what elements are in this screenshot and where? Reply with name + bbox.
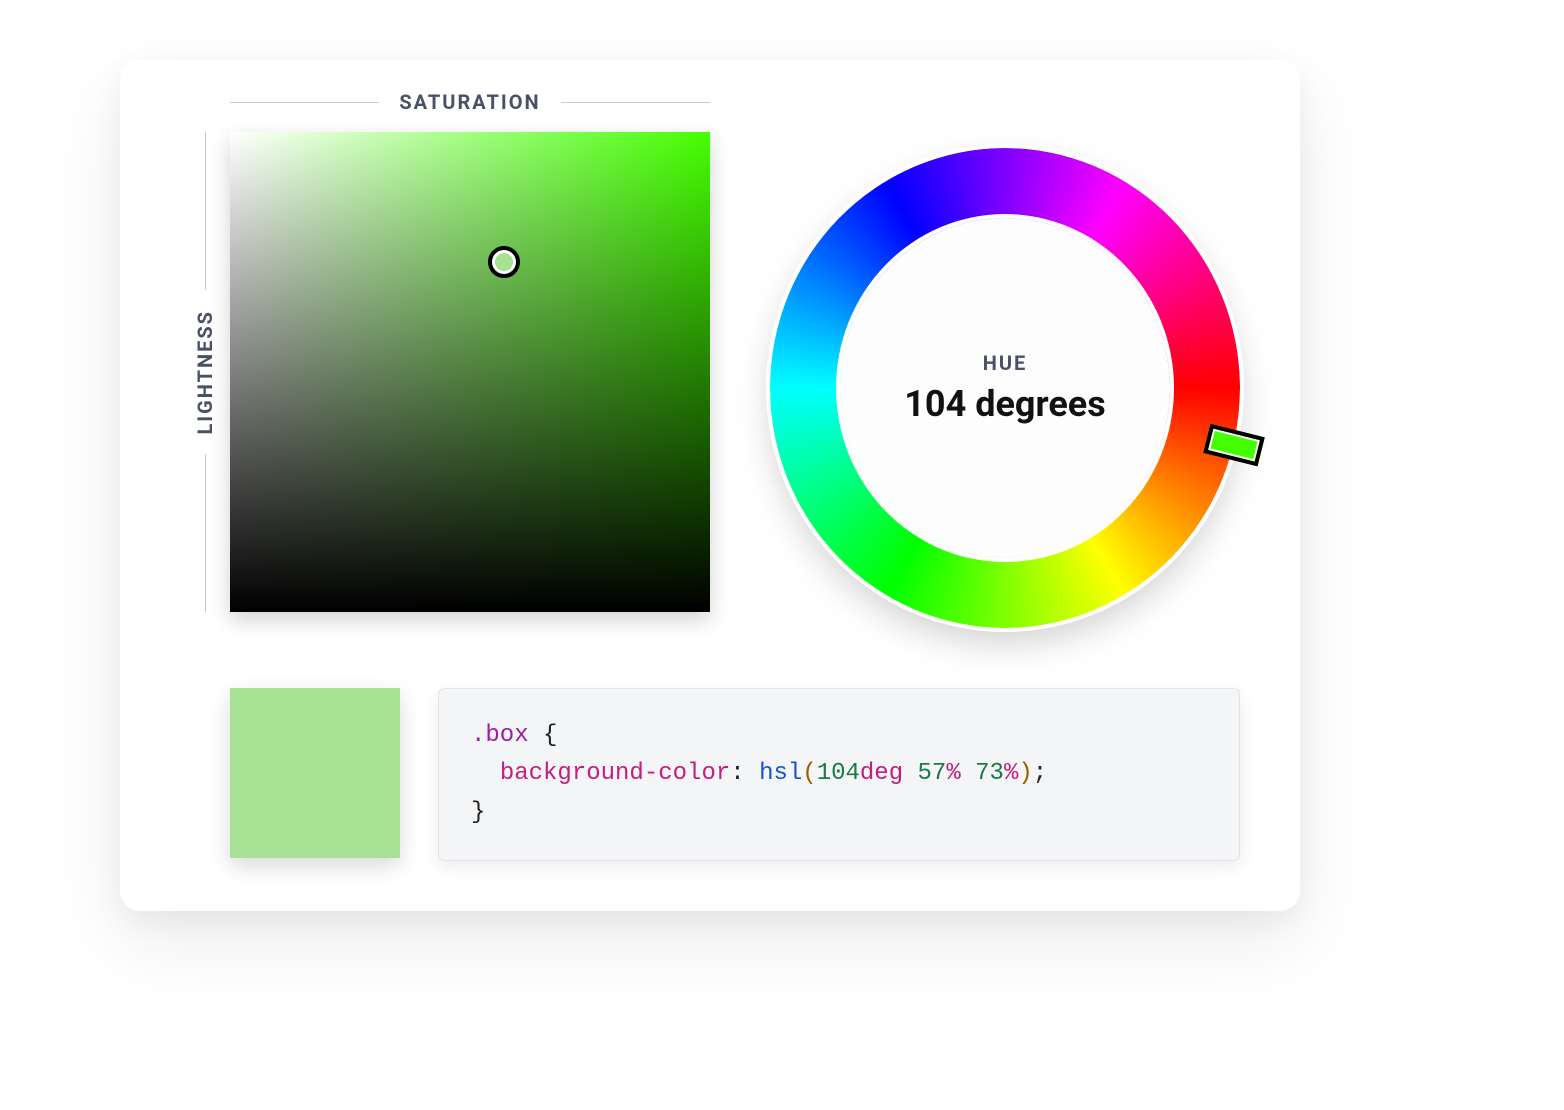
lightness-axis-label-col: LIGHTNESS [180,132,230,612]
code-brace-close: } [471,799,485,826]
code-arg0-val: 104 [817,760,860,787]
saturation-axis-label: SATURATION [399,90,540,114]
code-arg2-val: 73 [975,760,1004,787]
sl-thumb[interactable] [488,246,520,278]
code-arg0-unit: deg [860,760,903,787]
code-semicolon: ; [1033,760,1047,787]
saturation-lightness-field[interactable] [230,132,710,612]
sl-body: LIGHTNESS [180,132,710,612]
saturation-lightness-section: SATURATION LIGHTNESS [180,90,710,612]
code-arg2-unit: % [1004,760,1018,787]
code-brace-open: { [543,722,557,749]
code-selector: .box [471,722,529,749]
divider [205,454,206,612]
color-picker-panel: SATURATION LIGHTNESS [120,60,1300,911]
hue-wheel[interactable]: HUE 104 degrees [770,148,1240,628]
color-swatch [230,688,400,858]
divider [205,132,206,290]
hue-label: HUE [983,351,1028,375]
code-arg1-unit: % [946,760,960,787]
divider [561,102,710,103]
hue-center: HUE 104 degrees [840,218,1170,558]
saturation-axis-label-row: SATURATION [230,90,710,114]
code-paren-close: ) [1018,760,1032,787]
css-code-block: .box { background-color: hsl(104deg 57% … [438,688,1240,861]
hue-value: 104 degrees [904,383,1105,425]
code-paren-open: ( [802,760,816,787]
code-colon: : [730,760,744,787]
bottom-row: .box { background-color: hsl(104deg 57% … [230,688,1240,861]
lightness-axis-label: LIGHTNESS [193,310,217,435]
top-row: SATURATION LIGHTNESS [180,90,1240,628]
code-func: hsl [759,760,802,787]
sl-black-layer [230,132,710,612]
divider [230,102,379,103]
code-arg1-val: 57 [918,760,947,787]
code-property: background-color [500,760,730,787]
